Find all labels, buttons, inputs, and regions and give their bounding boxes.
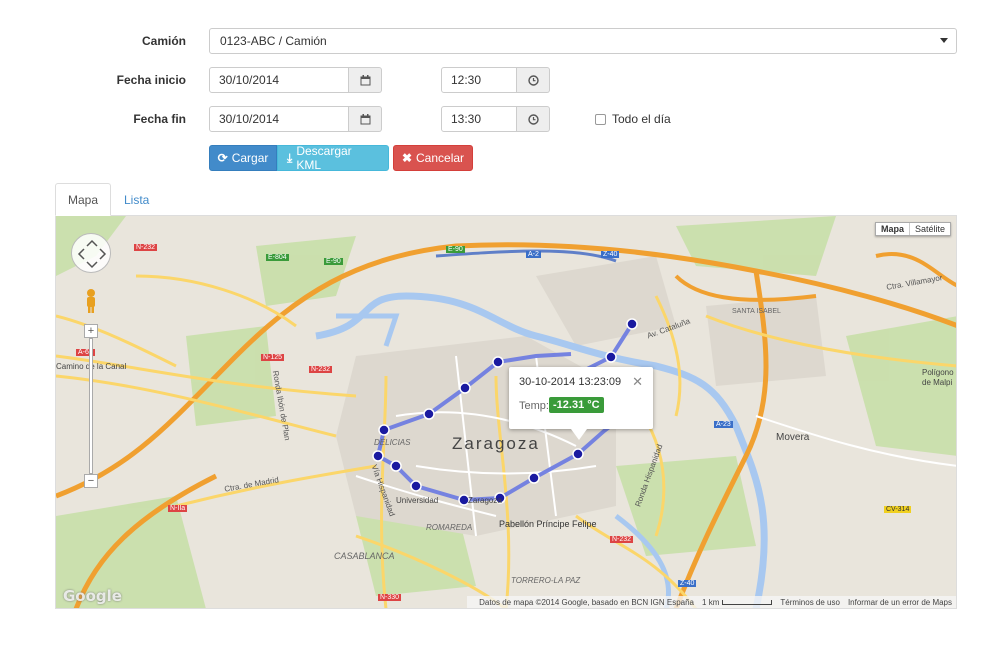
cancel-button[interactable]: ✖ Cancelar xyxy=(393,145,473,171)
road-shield: A-23 xyxy=(714,421,733,428)
end-date-input[interactable]: 30/10/2014 xyxy=(209,106,349,132)
truck-label: Camión xyxy=(141,34,186,48)
road-shield: N-125 xyxy=(261,354,285,361)
temp-label: Temp: xyxy=(519,400,549,412)
load-button-label: Cargar xyxy=(231,151,269,165)
google-logo: Google xyxy=(63,587,122,605)
caret-down-icon xyxy=(940,38,948,43)
download-icon: ⤓ xyxy=(287,150,293,165)
start-date-input[interactable]: 30/10/2014 xyxy=(209,67,349,93)
clock-icon[interactable] xyxy=(517,67,550,93)
town-label: Movera xyxy=(776,432,810,443)
tab-map[interactable]: Mapa xyxy=(55,183,112,216)
map-canvas[interactable]: N-232 E-804 E-90 A-2 Z-40 E-90 N-125 N-2… xyxy=(55,216,957,609)
road-shield: Z-40 xyxy=(678,580,697,587)
attribution-text: Datos de mapa ©2014 Google, basado en BC… xyxy=(479,597,695,607)
truck-row: Camión 0123-ABC / Camión xyxy=(0,28,1000,54)
road-shield: E-90 xyxy=(324,258,343,265)
calendar-icon[interactable] xyxy=(349,106,382,132)
all-day-label: Todo el día xyxy=(612,112,671,126)
map-type-satellite[interactable]: Satélite xyxy=(910,223,950,235)
report-error-link[interactable]: Informar de un error de Maps xyxy=(848,598,952,607)
temp-badge: -12.31 °C xyxy=(549,397,604,413)
scale-label: 1 km xyxy=(702,597,720,607)
road-shield: E-804 xyxy=(266,254,289,261)
pegman-icon[interactable] xyxy=(84,288,98,314)
map-type-control: Mapa Satélite xyxy=(874,222,951,236)
district-label: CASABLANCA xyxy=(334,551,395,561)
poi-label: Polígono xyxy=(922,368,954,377)
zoom-in-button[interactable]: + xyxy=(84,324,98,338)
end-row: Fecha fin 30/10/2014 13:30 Todo el día xyxy=(0,106,1000,132)
map-type-map[interactable]: Mapa xyxy=(876,223,910,235)
download-button-label: Descargar KML xyxy=(296,144,352,172)
road-shield: Z-40 xyxy=(601,251,620,258)
truck-select[interactable]: 0123-ABC / Camión xyxy=(209,28,957,54)
road-shield: CV-314 xyxy=(884,506,912,513)
pan-control[interactable] xyxy=(71,233,111,273)
road-shield: N-232 xyxy=(134,244,158,251)
poi-label: de Malpi xyxy=(922,378,953,387)
poi-label: Pabellón Príncipe Felipe xyxy=(499,519,597,529)
truck-select-value: 0123-ABC / Camión xyxy=(220,34,327,48)
map-base xyxy=(56,216,956,608)
info-window-title: 30-10-2014 13:23:09 xyxy=(519,376,622,388)
road-shield: N-232 xyxy=(309,366,333,373)
clock-icon[interactable] xyxy=(517,106,550,132)
tab-list[interactable]: Lista xyxy=(111,183,162,216)
district-label: SANTA ISABEL xyxy=(732,308,781,315)
info-window: 30-10-2014 13:23:09 ✕ Temp: -12.31 °C xyxy=(509,367,653,440)
cancel-button-label: Cancelar xyxy=(416,151,465,165)
all-day-checkbox[interactable]: Todo el día xyxy=(595,112,671,126)
view-tabs: Mapa Lista xyxy=(55,183,957,216)
start-label: Fecha inicio xyxy=(116,73,186,87)
scale-bar xyxy=(722,599,773,605)
district-label: TORRERO-LA PAZ xyxy=(511,576,581,585)
terms-link[interactable]: Términos de uso xyxy=(780,598,840,607)
poi-label: Universidad xyxy=(396,496,439,505)
road-shield: A-2 xyxy=(526,251,541,258)
zoom-slider[interactable] xyxy=(89,338,93,474)
road-shield: N-IIa xyxy=(168,505,188,512)
download-kml-button[interactable]: ⤓ Descargar KML xyxy=(277,144,389,172)
map-attribution: Datos de mapa ©2014 Google, basado en BC… xyxy=(467,596,956,608)
zoom-control: + − xyxy=(84,324,98,488)
start-time-input[interactable]: 12:30 xyxy=(441,67,517,93)
poi-label: Zaragoza xyxy=(468,496,502,505)
refresh-icon: ⟳ xyxy=(217,151,228,165)
close-icon[interactable]: ✕ xyxy=(632,374,643,390)
calendar-icon[interactable] xyxy=(349,67,382,93)
district-label: DELICIAS xyxy=(374,438,411,447)
district-label: ROMAREDA xyxy=(426,523,473,532)
road-shield: N-232 xyxy=(610,536,634,543)
start-row: Fecha inicio 30/10/2014 12:30 xyxy=(0,67,1000,93)
zoom-out-button[interactable]: − xyxy=(84,474,98,488)
checkbox-icon[interactable] xyxy=(595,113,606,125)
end-time-input[interactable]: 13:30 xyxy=(441,106,517,132)
city-label: Zaragoza xyxy=(452,434,540,453)
road-shield: N-330 xyxy=(378,594,402,601)
close-icon: ✖ xyxy=(401,151,413,165)
pan-arrows-icon xyxy=(77,239,107,269)
end-label: Fecha fin xyxy=(133,112,186,126)
load-button[interactable]: ⟳ Cargar xyxy=(209,145,277,171)
road-shield: E-90 xyxy=(446,246,465,253)
